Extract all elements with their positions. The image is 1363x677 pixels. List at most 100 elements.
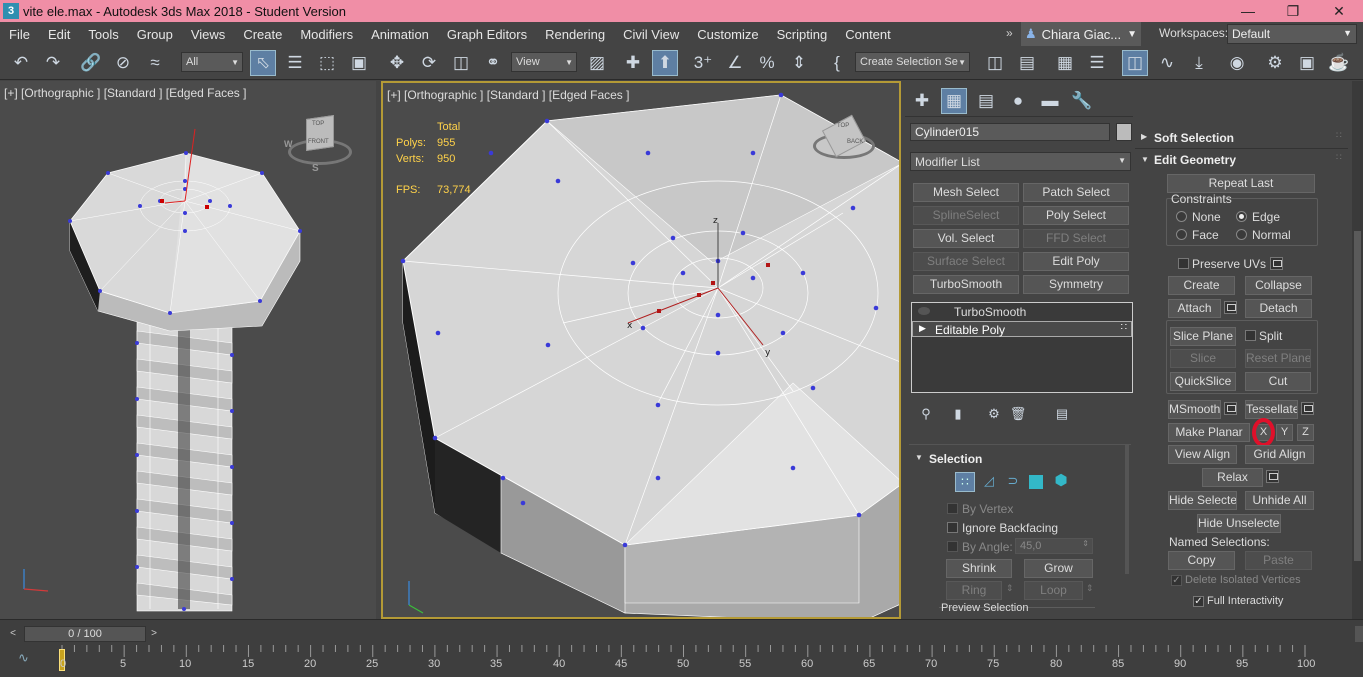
menu-modifiers[interactable]: Modifiers	[291, 27, 362, 42]
viewcube[interactable]: TOP BACK	[811, 114, 881, 167]
eye-icon[interactable]	[918, 307, 930, 315]
ring-button[interactable]: Ring	[946, 581, 1002, 600]
by-angle-checkbox[interactable]	[947, 541, 958, 552]
timeline-track[interactable]: 0 5 10 15 20 25 30 35 40 45 50 55 60 65 …	[55, 645, 1355, 677]
display-tab-icon[interactable]: ▬	[1037, 88, 1063, 114]
surface-select-button[interactable]: Surface Select	[913, 252, 1019, 271]
remove-modifier-icon[interactable]: 🗑	[1005, 401, 1031, 427]
attach-button[interactable]: Attach	[1168, 299, 1221, 318]
copy-button[interactable]: Copy	[1168, 551, 1235, 570]
angle-snap-icon[interactable]: ∠	[722, 50, 748, 76]
menu-group[interactable]: Group	[128, 27, 182, 42]
snaps-toggle-icon[interactable]: 3⁺	[690, 50, 716, 76]
ffd-select-button[interactable]: FFD Select	[1023, 229, 1129, 248]
menu-content[interactable]: Content	[836, 27, 900, 42]
subobject-element-icon[interactable]: ⬢	[1051, 472, 1071, 492]
edit-poly-button[interactable]: Edit Poly	[1023, 252, 1129, 271]
edit-geometry-title[interactable]: Edit Geometry	[1154, 153, 1236, 167]
symmetry-button[interactable]: Symmetry	[1023, 275, 1129, 294]
selection-filter-dropdown[interactable]: All ▼	[181, 52, 243, 72]
constraint-edge-radio[interactable]	[1236, 211, 1247, 222]
spline-select-button[interactable]: SplineSelect	[913, 206, 1019, 225]
repeat-last-button[interactable]: Repeat Last	[1167, 174, 1315, 193]
slice-button[interactable]: Slice	[1170, 349, 1236, 368]
make-unique-icon[interactable]: ⚙	[981, 401, 1007, 427]
select-object-icon[interactable]: ⬁	[250, 50, 276, 76]
render-setup-icon[interactable]: ⚙	[1262, 50, 1288, 76]
rotate-icon[interactable]: ⟳	[416, 50, 442, 76]
move-icon[interactable]: ✥	[384, 50, 410, 76]
scale-icon[interactable]: ◫	[448, 50, 474, 76]
reference-coordinate-dropdown[interactable]: View ▼	[511, 52, 577, 72]
constraint-normal-radio[interactable]	[1236, 229, 1247, 240]
tessellate-button[interactable]: Tessellate	[1245, 400, 1298, 419]
stack-item-turbosmooth[interactable]: TurboSmooth	[912, 304, 1132, 320]
subobject-polygon-icon[interactable]	[1029, 475, 1043, 489]
expand-triangle-icon[interactable]: ▶	[1141, 132, 1147, 141]
attach-settings-icon[interactable]	[1224, 301, 1237, 314]
link-icon[interactable]: 🔗	[78, 50, 104, 76]
preserve-uvs-checkbox[interactable]	[1178, 258, 1189, 269]
timeline-scrollbar-handle[interactable]	[1355, 626, 1363, 642]
msmooth-button[interactable]: MSmooth	[1168, 400, 1221, 419]
delete-isolated-checkbox[interactable]: ✓	[1171, 575, 1182, 586]
grow-button[interactable]: Grow	[1024, 559, 1093, 578]
view-align-button[interactable]: View Align	[1168, 445, 1237, 464]
rollout-scroll-handle[interactable]	[1125, 444, 1129, 574]
spinner-snap-icon[interactable]: ⇕	[786, 50, 812, 76]
turbosmooth-button[interactable]: TurboSmooth	[913, 275, 1019, 294]
object-name-field[interactable]: Cylinder015	[910, 123, 1110, 141]
menu-edit[interactable]: Edit	[39, 27, 79, 42]
vol-select-button[interactable]: Vol. Select	[913, 229, 1019, 248]
tessellate-settings-icon[interactable]	[1301, 402, 1314, 415]
menu-animation[interactable]: Animation	[362, 27, 438, 42]
loop-spinner-icon[interactable]: ⇕	[1086, 583, 1094, 594]
detach-button[interactable]: Detach	[1245, 299, 1312, 318]
preserve-uvs-settings-icon[interactable]	[1270, 257, 1283, 270]
slice-plane-button[interactable]: Slice Plane	[1170, 327, 1236, 346]
unhide-all-button[interactable]: Unhide All	[1245, 491, 1314, 510]
window-crossing-icon[interactable]: ▣	[346, 50, 372, 76]
hierarchy-tab-icon[interactable]: ▤	[973, 88, 999, 114]
show-end-result-icon[interactable]: ▮	[945, 401, 971, 427]
patch-select-button[interactable]: Patch Select	[1023, 183, 1129, 202]
subobject-border-icon[interactable]: ⊃	[1003, 472, 1023, 492]
viewcube[interactable]: TOP FRONT S W	[284, 115, 356, 174]
toggle-ribbon-icon[interactable]: ◫	[1122, 50, 1148, 76]
relax-settings-icon[interactable]	[1266, 470, 1279, 483]
collapse-triangle-icon[interactable]: ▼	[1141, 155, 1149, 164]
menu-graph-editors[interactable]: Graph Editors	[438, 27, 536, 42]
menu-create[interactable]: Create	[234, 27, 291, 42]
modify-tab-icon[interactable]: ▦	[941, 88, 967, 114]
menu-civil-view[interactable]: Civil View	[614, 27, 688, 42]
undo-icon[interactable]: ↶	[8, 50, 34, 76]
utilities-tab-icon[interactable]: 🔧	[1069, 88, 1095, 114]
stack-item-editable-poly[interactable]: ▶ Editable Poly ∷	[912, 321, 1132, 337]
menu-overflow-icon[interactable]: »	[1006, 26, 1013, 40]
rendered-frame-window-icon[interactable]: ▣	[1294, 50, 1320, 76]
create-tab-icon[interactable]: ✚	[909, 88, 935, 114]
motion-tab-icon[interactable]: ●	[1005, 88, 1031, 114]
menu-scripting[interactable]: Scripting	[768, 27, 837, 42]
pivot-center-icon[interactable]: ▨	[584, 50, 610, 76]
grid-align-button[interactable]: Grid Align	[1245, 445, 1314, 464]
restore-button[interactable]: ❐	[1270, 0, 1316, 22]
poly-select-button[interactable]: Poly Select	[1023, 206, 1129, 225]
create-button[interactable]: Create	[1168, 276, 1235, 295]
percent-snap-icon[interactable]: %	[754, 50, 780, 76]
scene-explorer-icon[interactable]: ▦	[1052, 50, 1078, 76]
object-color-swatch[interactable]	[1116, 123, 1132, 141]
edit-named-selection-icon[interactable]: {	[824, 50, 850, 76]
subobject-edge-icon[interactable]: ◿	[979, 472, 999, 492]
viewport-main[interactable]: [+] [Orthographic ] [Standard ] [Edged F…	[381, 81, 901, 619]
panel-scrollbar[interactable]	[1352, 81, 1363, 619]
subobject-vertex-icon[interactable]: ∷	[955, 472, 975, 492]
make-planar-y-button[interactable]: Y	[1276, 424, 1293, 441]
time-slider[interactable]: 0 / 100	[24, 626, 146, 642]
menu-customize[interactable]: Customize	[688, 27, 767, 42]
prev-frame-button[interactable]: <	[6, 626, 20, 642]
mirror-icon[interactable]: ◫	[982, 50, 1008, 76]
select-manipulate-icon[interactable]: ✚	[620, 50, 646, 76]
named-selection-dropdown[interactable]: Create Selection Se ▼	[855, 52, 970, 72]
make-planar-z-button[interactable]: Z	[1297, 424, 1314, 441]
